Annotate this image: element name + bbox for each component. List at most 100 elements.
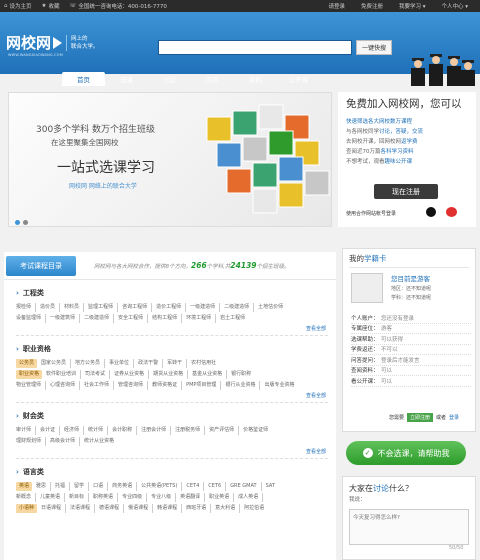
course-link[interactable]: 俄语课程 [128,504,154,513]
course-link[interactable]: 社会工作师 [84,381,115,390]
course-link[interactable]: 军转干 [167,359,188,368]
course-link[interactable]: 西班牙语 [186,504,212,513]
course-link[interactable]: 法语课程 [70,504,96,513]
discussion-input[interactable] [349,509,469,545]
course-link[interactable]: 期货从业资格 [153,370,189,379]
help-choose-button[interactable]: ✓ 不会选课，请帮助我 [346,441,466,465]
login-link[interactable]: 请登录 [328,2,345,10]
category-tag[interactable]: 英语 [16,482,33,491]
nav-home[interactable]: 首页 [62,72,105,86]
qq-icon[interactable] [426,207,436,217]
course-link[interactable]: 司法考试 [85,370,111,379]
course-link[interactable]: 设备监理师 [16,314,47,323]
course-link[interactable]: 会计证 [40,426,61,435]
course-link[interactable]: 教师资格证 [152,381,183,390]
nav-qa[interactable]: 问答 [191,72,234,86]
course-link[interactable]: 出版专业资格 [264,381,294,390]
view-all-link[interactable]: 查看全部 [16,392,326,399]
course-link[interactable]: 农村信用社 [191,359,216,368]
course-link[interactable]: PMP项目管理 [186,381,222,390]
course-link[interactable]: 职业英语 [209,493,235,502]
course-link[interactable]: 会计职称 [112,426,138,435]
view-all-link[interactable]: 查看全部 [16,325,326,332]
search-input[interactable] [158,40,352,55]
course-link[interactable]: 结构工程师 [152,314,183,323]
course-link[interactable]: 口语 [93,482,109,491]
course-link[interactable]: 专业八级 [151,493,177,502]
course-link[interactable]: 留学 [74,482,90,491]
weibo-icon[interactable] [446,207,457,217]
category-tag[interactable]: 公务员 [16,359,38,368]
carousel-dots[interactable] [15,220,28,225]
category-tag[interactable]: 职业资格 [16,370,43,379]
catalog-tab[interactable]: 考试课程目录 [6,255,76,276]
course-link[interactable]: 英语翻译 [180,493,206,502]
carousel-dot[interactable] [23,220,28,225]
search-button[interactable]: 一键快搜 [356,40,392,55]
course-link[interactable]: 基金从业资格 [192,370,228,379]
course-link[interactable]: 咨询工程师 [122,303,153,312]
course-link[interactable]: 统计从业资格 [84,437,114,446]
course-link[interactable]: GRE GMAT [230,482,262,491]
hero-banner[interactable]: 300多个学科 数万个招生班级 在这里聚集全国网校 一站式选课学习 网校网 网络… [8,92,332,227]
nav-open-course[interactable]: 公开课 [277,72,320,86]
course-link[interactable]: 银行职称 [231,370,251,379]
course-link[interactable]: CET4 [186,482,205,491]
course-link[interactable]: 岩土工程师 [220,314,245,323]
course-link[interactable]: 公共英语(PETS) [141,482,183,491]
course-link[interactable]: 政法干警 [138,359,164,368]
course-link[interactable]: 审计师 [16,426,37,435]
learn-menu[interactable]: 我要学习 ▾ [399,2,426,10]
login-button[interactable]: 登录 [449,414,459,421]
course-link[interactable]: 商务英语 [112,482,138,491]
course-link[interactable]: 监理工程师 [88,303,119,312]
course-link[interactable]: 意大利语 [215,504,241,513]
course-link[interactable]: 专业四级 [122,493,148,502]
course-link[interactable]: 报检师 [16,303,37,312]
course-link[interactable]: 注册税务师 [175,426,206,435]
course-link[interactable]: 资产评估师 [209,426,240,435]
course-link[interactable]: 事业单位 [109,359,135,368]
course-link[interactable]: SAT [266,482,275,491]
course-link[interactable]: 注册会计师 [141,426,172,435]
course-link[interactable]: 安全工程师 [118,314,149,323]
set-homepage-link[interactable]: ⌂ 设为主页 [4,2,32,10]
course-link[interactable]: 韩语课程 [157,504,183,513]
course-link[interactable]: 土地估价师 [258,303,283,312]
course-link[interactable]: 一级建筑师 [50,314,81,323]
nav-discuss[interactable]: 讨论 [148,72,191,86]
favorite-link[interactable]: ★ 收藏 [42,2,60,10]
register-button[interactable]: 立即注册 [407,413,434,422]
course-link[interactable]: 造价工程师 [156,303,187,312]
course-link[interactable]: 职称英语 [93,493,119,502]
view-all-link[interactable]: 查看全部 [16,448,326,455]
course-link[interactable]: 一级建造师 [190,303,221,312]
nav-materials[interactable]: 资料 [234,72,277,86]
course-link[interactable]: 儿童英语 [40,493,66,502]
logo[interactable]: 网校网 网上的 联合大学。 [6,32,99,53]
course-link[interactable]: 新目标 [69,493,90,502]
course-link[interactable]: 银行从业资格 [225,381,261,390]
course-link[interactable]: 统计师 [88,426,109,435]
course-link[interactable]: 软件职业培训 [46,370,82,379]
user-name[interactable]: 您目前是游客 [391,273,430,283]
course-link[interactable]: 成人英语 [238,493,264,502]
register-now-button[interactable]: 现在注册 [374,184,438,199]
category-tag[interactable]: 小语种 [16,504,38,513]
course-link[interactable]: 二级建造师 [224,303,255,312]
course-link[interactable]: 物业管理师 [16,381,47,390]
nav-choose-course[interactable]: 选课 [105,72,148,86]
course-link[interactable]: 心理咨询师 [50,381,81,390]
course-link[interactable]: 德语课程 [99,504,125,513]
course-link[interactable]: 地方公务员 [75,359,106,368]
course-link[interactable]: 国家公务员 [41,359,72,368]
course-link[interactable]: 阿拉伯语 [244,504,264,513]
course-link[interactable]: 价格鉴证师 [243,426,268,435]
course-link[interactable]: 日语课程 [41,504,67,513]
course-link[interactable]: 二级建造师 [84,314,115,323]
course-link[interactable]: 雅思 [36,482,52,491]
course-link[interactable]: 新概念 [16,493,37,502]
course-link[interactable]: 证券从业资格 [114,370,150,379]
course-link[interactable]: 造价员 [40,303,61,312]
user-center-menu[interactable]: 个人中心 ▾ [441,2,468,10]
